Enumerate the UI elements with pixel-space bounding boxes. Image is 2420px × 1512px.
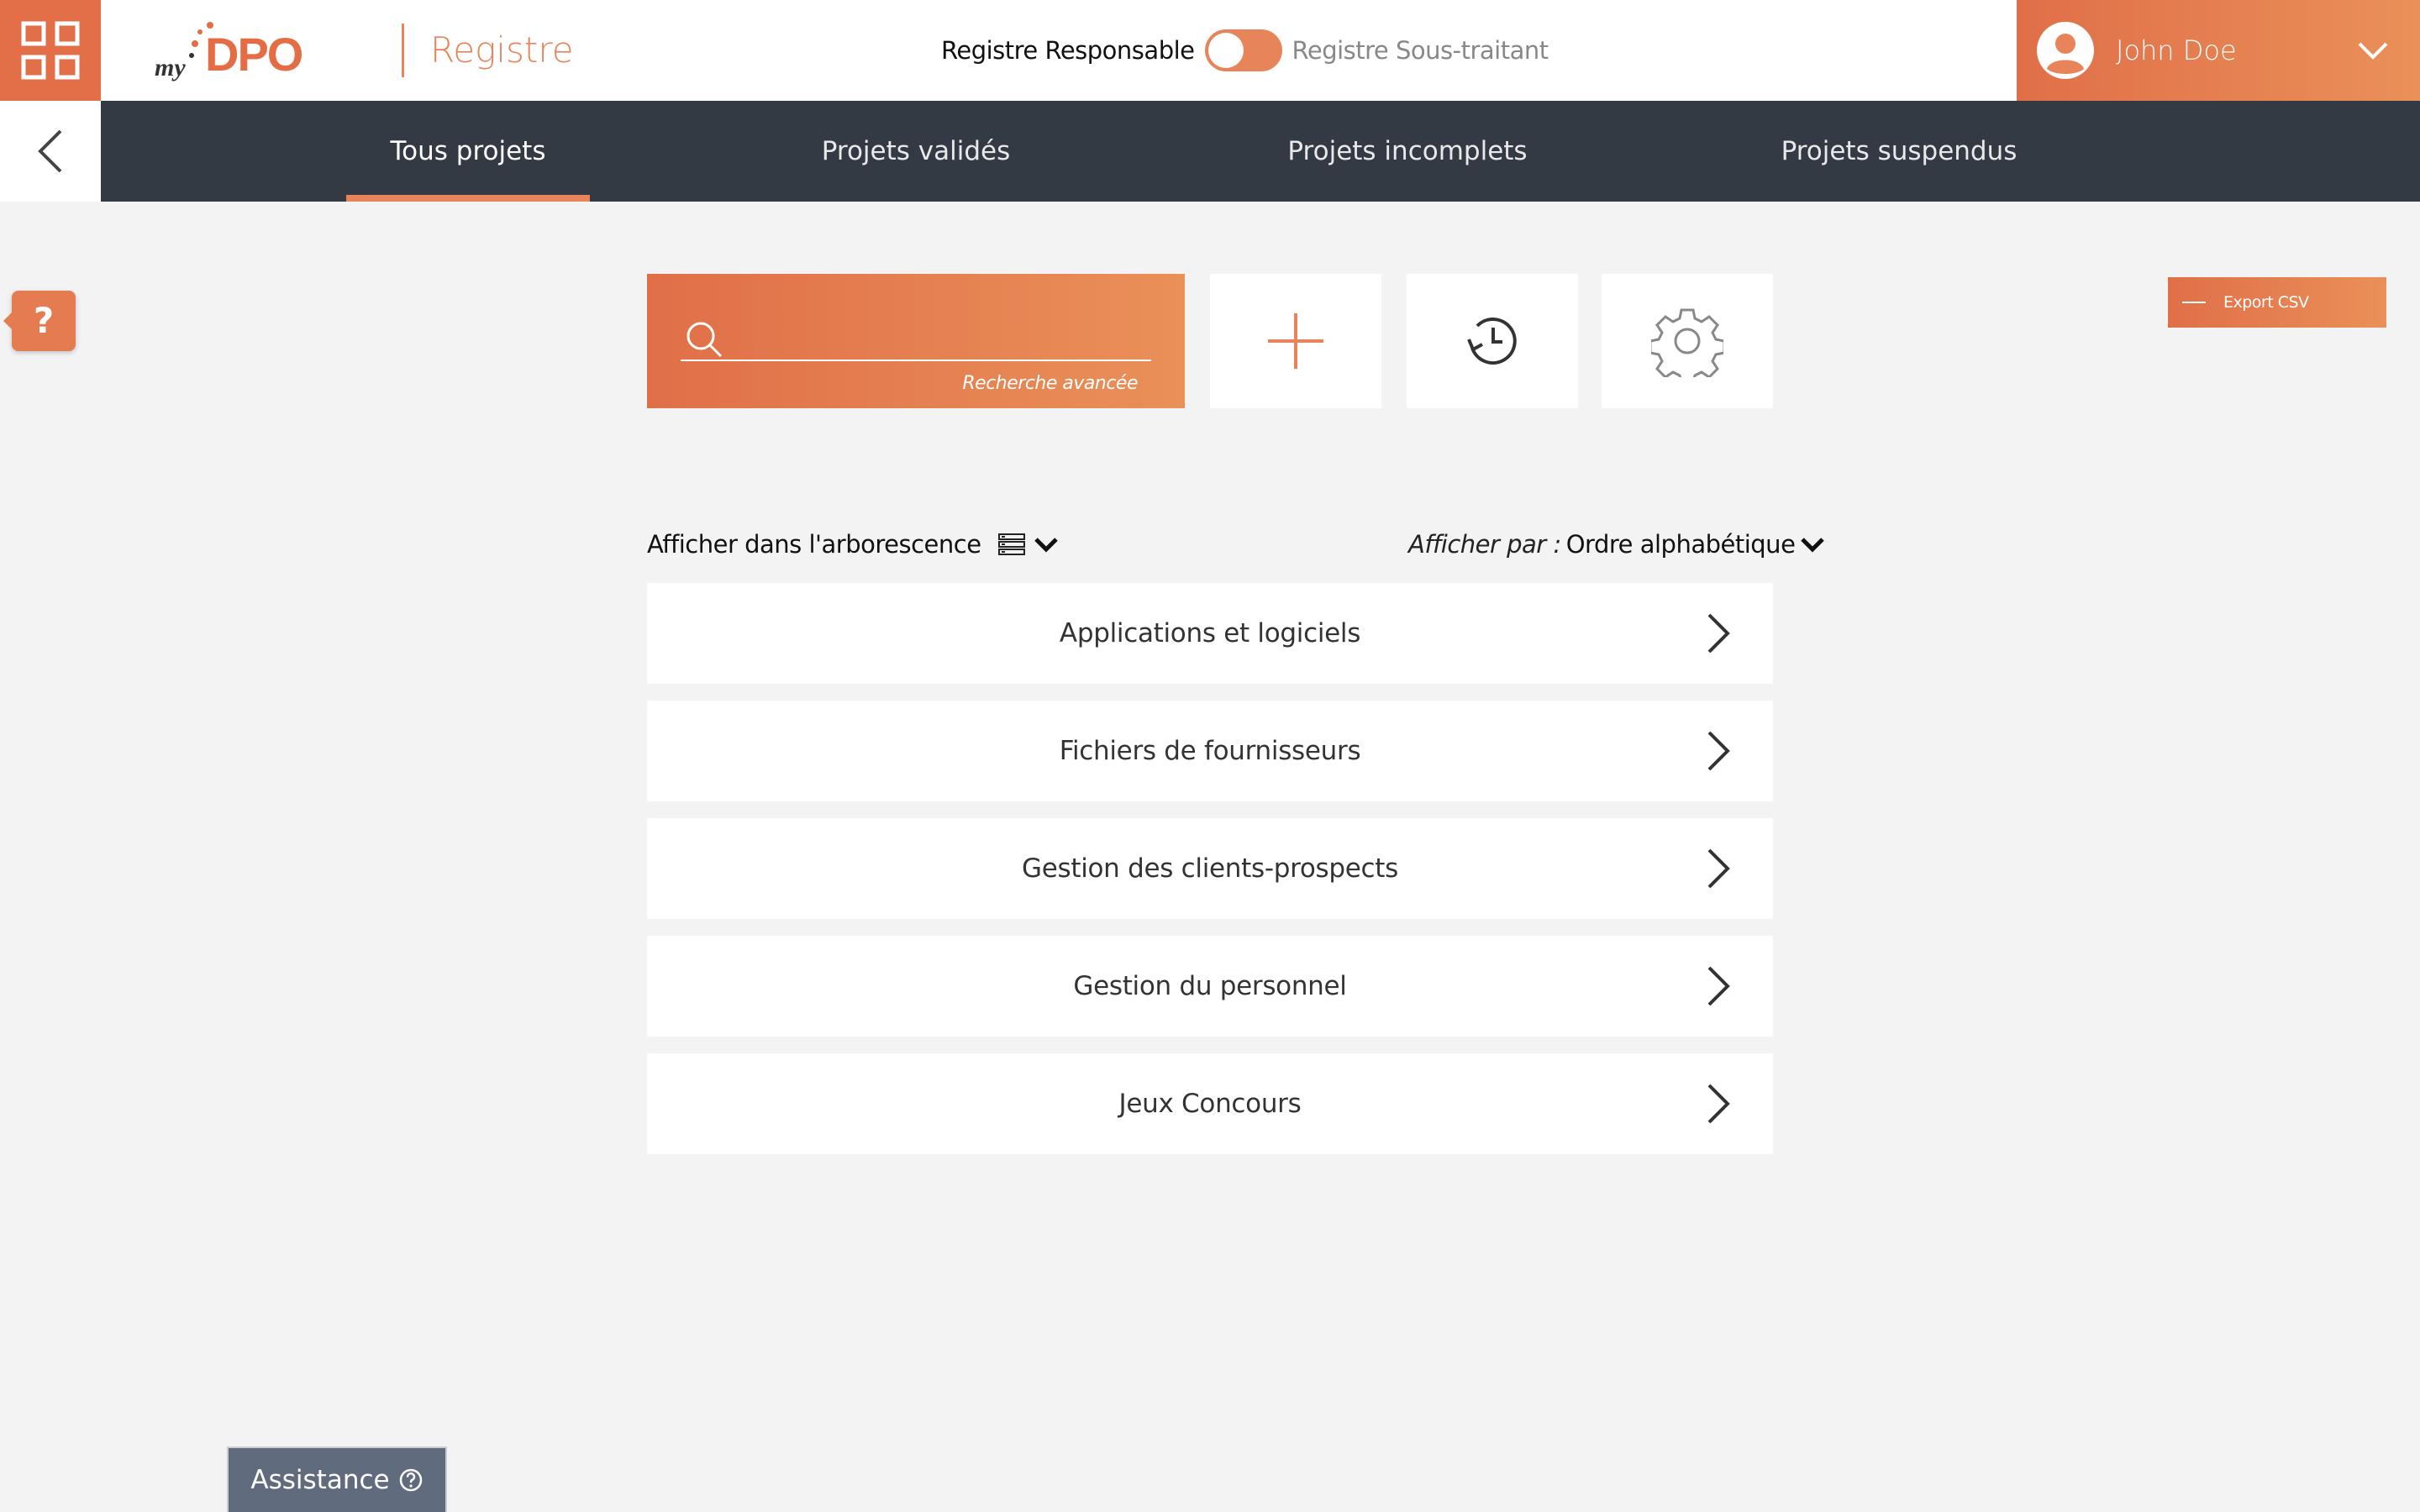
chevron-right-icon: [1707, 966, 1730, 1006]
history-icon: [1467, 318, 1517, 365]
assistance-label: Assistance: [250, 1465, 390, 1495]
apps-grid-button[interactable]: [0, 0, 101, 101]
assistance-button[interactable]: Assistance: [227, 1446, 447, 1512]
gear-icon: [1651, 308, 1723, 377]
register-toggle-group: Registre Responsable Registre Sous-trait…: [941, 25, 1549, 76]
settings-button[interactable]: [1602, 274, 1773, 408]
search-input[interactable]: [681, 316, 1151, 361]
project-name: Jeux Concours: [1118, 1089, 1302, 1119]
chevron-down-icon[interactable]: [2356, 34, 2390, 67]
export-csv-label: Export CSV: [2223, 293, 2309, 312]
tree-view-label: Afficher dans l'arborescence: [647, 530, 981, 559]
project-name: Applications et logiciels: [1059, 618, 1361, 648]
back-button[interactable]: [0, 101, 101, 202]
user-avatar-icon: [2037, 22, 2094, 79]
project-tabs-nav: Tous projets Projets validés Projets inc…: [101, 101, 2420, 202]
chevron-down-icon[interactable]: [1034, 534, 1059, 554]
project-list: Applications et logiciels Fichiers de fo…: [647, 583, 1773, 1171]
brand-divider: [402, 24, 404, 77]
project-name: Gestion du personnel: [1073, 971, 1347, 1001]
tab-tous-projets[interactable]: Tous projets: [346, 101, 590, 202]
sort-filter[interactable]: Afficher par : Ordre alphabétique: [1408, 526, 1825, 563]
logo-dpo-text: DPO: [205, 28, 302, 81]
toggle-knob: [1207, 33, 1244, 68]
project-row[interactable]: Jeux Concours: [647, 1053, 1773, 1154]
tab-projets-suspendus[interactable]: Projets suspendus: [1773, 101, 2025, 202]
tab-projets-incomplets[interactable]: Projets incomplets: [1269, 101, 1546, 202]
register-type-toggle[interactable]: [1204, 29, 1282, 71]
user-menu[interactable]: John Doe: [2017, 0, 2420, 101]
grid-icon: [21, 21, 80, 80]
tab-projets-valides[interactable]: Projets validés: [790, 101, 1042, 202]
toggle-label-responsable[interactable]: Registre Responsable: [941, 36, 1195, 65]
sort-prefix-label: Afficher par :: [1408, 530, 1561, 559]
tree-view-filter[interactable]: Afficher dans l'arborescence: [647, 526, 1059, 563]
chevron-right-icon: [1707, 1084, 1730, 1124]
project-row[interactable]: Applications et logiciels: [647, 583, 1773, 684]
chevron-down-icon[interactable]: [1800, 534, 1825, 554]
top-bar: my DPO Registre Registre Responsable Reg…: [0, 0, 2420, 101]
chevron-left-icon: [38, 129, 62, 173]
question-circle-icon: [399, 1468, 422, 1492]
chevron-right-icon: [1707, 848, 1730, 889]
tree-list-icon: [997, 533, 1025, 555]
add-project-button[interactable]: [1210, 274, 1381, 408]
search-box: Recherche avancée: [647, 274, 1185, 408]
toggle-label-sous-traitant[interactable]: Registre Sous-traitant: [1292, 36, 1549, 65]
logo-my-text: my: [155, 54, 186, 81]
chevron-right-icon: [1707, 613, 1730, 654]
project-row[interactable]: Gestion des clients-prospects: [647, 818, 1773, 919]
plus-icon: [1268, 313, 1323, 369]
advanced-search-link[interactable]: Recherche avancée: [962, 373, 1138, 394]
minus-icon: [2168, 277, 2220, 328]
export-csv-button[interactable]: Export CSV: [2168, 277, 2386, 328]
user-name: John Doe: [2116, 34, 2237, 66]
page-title: Registre: [430, 29, 574, 71]
project-name: Fichiers de fournisseurs: [1059, 736, 1361, 766]
history-button[interactable]: [1407, 274, 1578, 408]
mydpo-logo[interactable]: my DPO: [151, 17, 336, 84]
sort-value: Ordre alphabétique: [1565, 530, 1796, 559]
project-row[interactable]: Gestion du personnel: [647, 936, 1773, 1037]
project-name: Gestion des clients-prospects: [1022, 853, 1398, 884]
project-row[interactable]: Fichiers de fournisseurs: [647, 701, 1773, 801]
chevron-right-icon: [1707, 731, 1730, 771]
help-button[interactable]: ?: [3, 291, 76, 351]
